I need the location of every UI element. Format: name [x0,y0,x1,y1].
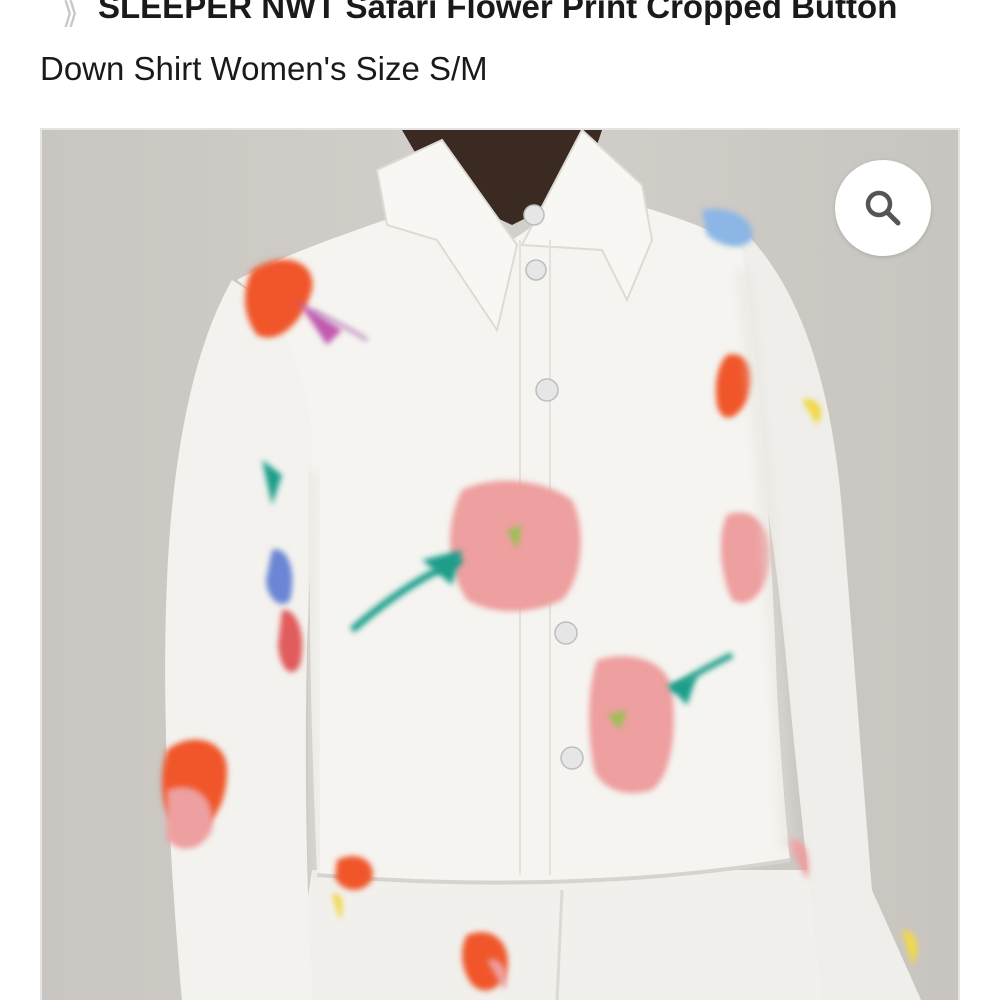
product-title-line-1: SLEEPER NWT Safari Flower Print Cropped … [98,0,898,25]
pants [292,870,852,1000]
product-title-line-2: Down Shirt Women's Size S/M [40,50,488,87]
double-chevron-right-icon: ⟫ [62,0,79,30]
product-image[interactable] [40,128,960,1000]
zoom-button[interactable] [835,160,931,256]
product-page: ⟫ SLEEPER NWT Safari Flower Print Croppe… [0,0,1000,1000]
product-title-area: ⟫ SLEEPER NWT Safari Flower Print Croppe… [40,0,960,100]
search-icon [865,190,901,226]
shirt-illustration [42,130,958,1000]
